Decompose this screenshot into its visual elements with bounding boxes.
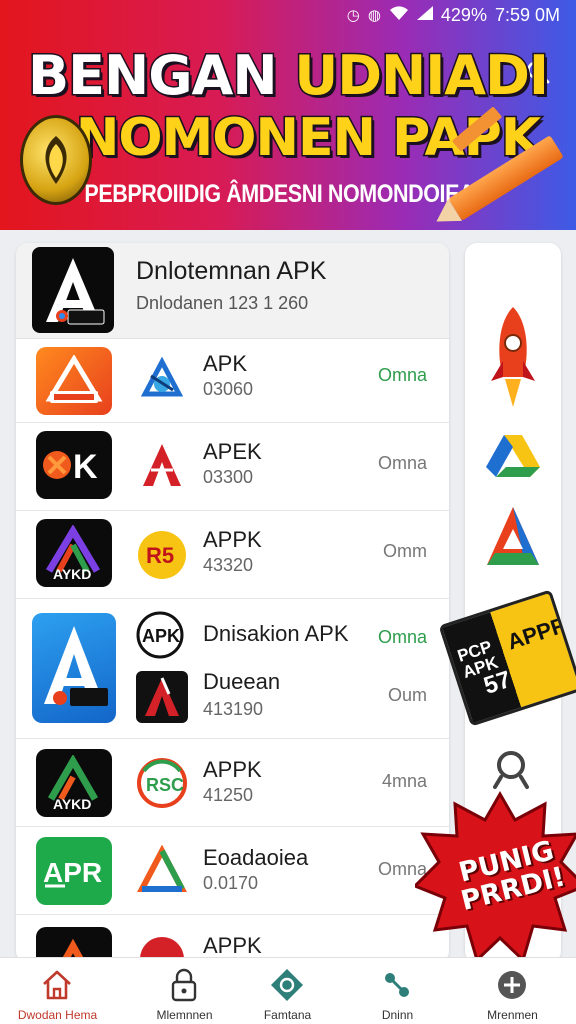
list-item[interactable]: APR Eoadaoiea 0.0170 Omna: [16, 827, 449, 915]
apk-circle-icon: APK: [134, 609, 186, 661]
sticker-right-text: APPR: [504, 611, 571, 655]
alarm-icon: ◷: [346, 7, 360, 24]
list-item[interactable]: APK Dnisakion APK Omna Dueean 413190 Oum: [16, 599, 449, 739]
list-item[interactable]: K APEK 03300 Omna: [16, 423, 449, 511]
clock: 7:59 0M: [494, 4, 560, 25]
list-item[interactable]: APPK: [16, 915, 449, 963]
svg-text:APK: APK: [142, 626, 180, 646]
apk-list-card: Dnlotemnan APK Dnlodanen 123 1 260 APK 0…: [16, 243, 449, 963]
app-number: 0.0170: [203, 873, 259, 893]
promo-starburst[interactable]: PUNIG PRRDI!: [415, 790, 576, 965]
app-name-secondary: Dueean: [203, 669, 281, 694]
featured-app-subtitle: Dnlodanen 123 1 260: [136, 293, 309, 313]
battery-level: 429%: [440, 4, 487, 25]
brand-emblem-icon: [20, 115, 92, 205]
list-item[interactable]: AYKD R5 APPK 43320 Omm: [16, 511, 449, 599]
apk-a-red-icon: [136, 439, 188, 491]
r5-coin-icon: R5: [136, 529, 188, 581]
app-name: APEK: [203, 439, 262, 464]
app-number: 03060: [203, 379, 254, 399]
svg-text:R5: R5: [146, 543, 174, 568]
wifi-icon: [389, 5, 409, 25]
svg-text:AYKD: AYKD: [53, 796, 91, 811]
app-number: 41250: [203, 785, 254, 805]
app-icon-apr-green: APR: [36, 837, 112, 905]
svg-text:APR: APR: [43, 857, 102, 888]
apk-triangle-multicolor-icon: [136, 845, 188, 897]
nav-secure[interactable]: Mlemnnen: [127, 958, 242, 1024]
nav-featured-label: Famtana: [263, 1008, 312, 1022]
app-number: 413190: [203, 699, 264, 719]
plus-icon: [493, 966, 531, 1004]
app-name: APPK: [203, 933, 262, 958]
app-icon-aykd: AYKD: [36, 519, 112, 587]
list-item[interactable]: APK 03060 Omna: [16, 339, 449, 423]
rocket-icon[interactable]: [483, 303, 543, 413]
nav-secure-label: Mlemnnen: [156, 1008, 213, 1022]
notification-icon: ◍: [367, 7, 381, 24]
featured-app[interactable]: Dnlotemnan APK Dnlodanen 123 1 260: [16, 243, 449, 339]
nav-home-label: Dwodan Hema: [17, 1008, 98, 1022]
app-status: Omna: [377, 453, 427, 473]
rsc-multicolor-icon: RSC: [136, 757, 188, 809]
nav-featured[interactable]: Famtana: [230, 958, 345, 1024]
app-name: Dnisakion APK: [203, 621, 349, 646]
nav-network[interactable]: Dninn: [340, 958, 455, 1024]
nav-home[interactable]: Dwodan Hema: [0, 958, 115, 1024]
app-name: APPK: [203, 757, 262, 782]
status-bar: ◷ ◍ 429% 7:59 0M: [0, 0, 576, 30]
app-status: 4mna: [381, 771, 427, 791]
banner-title-word2: UDNIADI: [293, 43, 551, 109]
apk-black-a-icon: [136, 671, 188, 723]
list-item[interactable]: AYKD RSC APPK 41250 4mna: [16, 739, 449, 827]
apk-recycle-icon: [136, 353, 188, 405]
app-status: Omm: [383, 541, 427, 561]
app-name: APK: [203, 351, 248, 376]
a-triangle-icon[interactable]: [483, 501, 543, 571]
svg-text:AYKD: AYKD: [53, 566, 91, 581]
banner-title-word3: NOMONEN: [74, 107, 393, 170]
diamond-icon: [268, 966, 306, 1004]
app-name: Eoadaoiea: [203, 845, 309, 870]
app-icon-pk: K: [36, 431, 112, 499]
featured-app-icon: [32, 247, 114, 333]
app-icon-blue-a: [32, 613, 116, 723]
app-number: 43320: [203, 555, 254, 575]
app-status: Omna: [377, 627, 427, 647]
app-number: 03300: [203, 467, 254, 487]
drive-triangle-icon[interactable]: [483, 426, 543, 486]
app-status-secondary: Oum: [387, 685, 427, 705]
lock-icon: [165, 966, 203, 1004]
nav-network-label: Dninn: [381, 1008, 414, 1022]
svg-text:RSC: RSC: [146, 775, 184, 795]
featured-app-title: Dnlotemnan APK: [136, 257, 327, 285]
banner-title-word1: BENGAN: [26, 43, 279, 109]
svg-text:K: K: [73, 448, 98, 486]
app-name: APPK: [203, 527, 262, 552]
banner-title-line1: BENGAN UDNIADI: [0, 43, 576, 109]
app-icon-aykd-green: AYKD: [36, 749, 112, 817]
bottom-navigation: Dwodan Hema Mlemnnen Famtana Dninn Mrenm…: [0, 957, 576, 1024]
network-icon: [378, 966, 416, 1004]
app-icon-orange: [36, 347, 112, 415]
app-status: Omna: [377, 365, 427, 385]
nav-more-label: Mrenmen: [487, 1008, 538, 1022]
home-icon: [38, 966, 76, 1004]
header-banner: ◷ ◍ 429% 7:59 0M BENGAN UDNIADI NOMONEN …: [0, 0, 576, 230]
signal-icon: [416, 6, 433, 24]
nav-more[interactable]: Mrenmen: [455, 958, 570, 1024]
